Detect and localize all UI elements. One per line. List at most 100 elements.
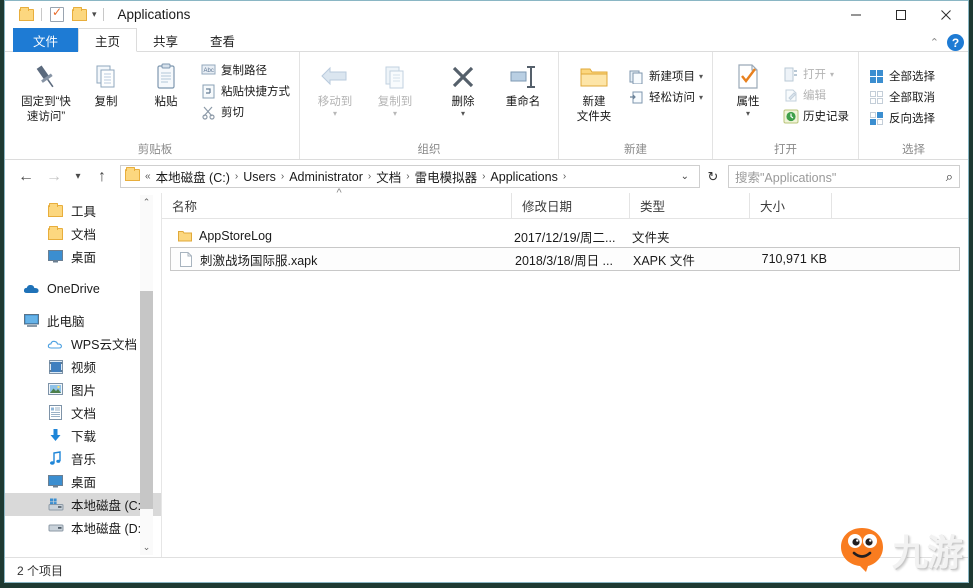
- copy-path-button[interactable]: Abc 复制路径: [197, 60, 293, 80]
- table-row[interactable]: AppStoreLog 2017/12/19/周二... 文件夹: [170, 225, 960, 247]
- paste-shortcut-label: 粘贴快捷方式: [221, 86, 290, 98]
- sidebar-item-documents-qa[interactable]: 文档: [5, 222, 161, 245]
- tab-share[interactable]: 共享: [137, 28, 194, 52]
- sidebar-item-local-disk-c[interactable]: 本地磁盘 (C:): [5, 493, 161, 516]
- open-icon: [782, 66, 799, 83]
- move-to-button[interactable]: 移动到 ▾: [306, 58, 364, 119]
- clipboard-small-commands: Abc 复制路径 粘贴快捷方式 剪切: [197, 58, 293, 122]
- tab-home[interactable]: 主页: [78, 28, 138, 52]
- sidebar-item-music[interactable]: 音乐: [5, 447, 161, 470]
- new-item-button[interactable]: 新建项目 ▾: [625, 66, 706, 86]
- breadcrumb-item-5[interactable]: Applications: [486, 170, 561, 184]
- desktop-icon: [47, 249, 64, 265]
- copy-to-button[interactable]: 复制到 ▾: [366, 58, 424, 119]
- scroll-down-arrow[interactable]: ⌄: [140, 540, 153, 555]
- chevron-down-icon[interactable]: ▾: [699, 93, 703, 102]
- open-button[interactable]: 打开 ▾: [779, 64, 852, 84]
- paste-shortcut-button[interactable]: 粘贴快捷方式: [197, 81, 293, 101]
- ribbon-tabs: 文件 主页 共享 查看 ⌃ ?: [5, 28, 968, 52]
- close-icon[interactable]: [923, 1, 968, 28]
- select-all-icon: [868, 68, 885, 85]
- chevron-down-icon[interactable]: ▾: [830, 70, 834, 79]
- sidebar-item-desktop[interactable]: 桌面: [5, 470, 161, 493]
- column-header-label: 大小: [760, 200, 786, 214]
- tab-file[interactable]: 文件: [13, 28, 79, 52]
- rename-button[interactable]: 重命名: [494, 58, 552, 111]
- select-all-button[interactable]: 全部选择: [865, 66, 938, 86]
- breadcrumb[interactable]: « 本地磁盘 (C:) › Users › Administrator › 文档…: [120, 165, 700, 188]
- search-input[interactable]: 搜索"Applications" ⌕: [728, 165, 960, 188]
- new-folder-icon[interactable]: [68, 4, 90, 26]
- paste-button[interactable]: 粘贴: [137, 58, 195, 111]
- scroll-up-arrow[interactable]: ⌃: [140, 195, 153, 210]
- properties-button[interactable]: 属性 ▾: [719, 58, 777, 119]
- delete-button[interactable]: 删除 ▾: [434, 58, 492, 119]
- column-header-modified[interactable]: 修改日期: [512, 192, 630, 219]
- table-row[interactable]: 刺激战场国际服.xapk 2018/3/18/周日 ... XAPK 文件 71…: [170, 247, 960, 271]
- group-label-new: 新建: [624, 144, 647, 156]
- chevron-down-icon[interactable]: ▾: [746, 110, 750, 118]
- folder-icon[interactable]: [15, 4, 37, 26]
- chevron-down-icon[interactable]: ▾: [333, 110, 337, 118]
- sidebar-item-pictures[interactable]: 图片: [5, 378, 161, 401]
- properties-check-icon[interactable]: [46, 4, 68, 26]
- invert-selection-button[interactable]: 反向选择: [865, 108, 938, 128]
- copy-to-icon: [380, 60, 410, 94]
- scrollbar-thumb[interactable]: [140, 291, 153, 509]
- sidebar-item-onedrive[interactable]: OneDrive: [5, 277, 161, 300]
- cut-button[interactable]: 剪切: [197, 102, 293, 122]
- quick-access-toolbar: ▾: [5, 4, 108, 26]
- properties-label: 属性: [736, 96, 760, 108]
- new-folder-button[interactable]: 新建 文件夹: [565, 58, 623, 126]
- select-none-icon: [868, 89, 885, 106]
- recent-caret-icon[interactable]: ▾: [69, 164, 87, 190]
- documents-icon: [47, 405, 64, 421]
- easy-access-button[interactable]: 轻松访问 ▾: [625, 87, 706, 107]
- sidebar-item-wps-cloud[interactable]: WPS云文档: [5, 332, 161, 355]
- breadcrumb-item-4[interactable]: 雷电模拟器: [411, 167, 482, 186]
- up-arrow-icon[interactable]: ↑: [89, 164, 115, 190]
- address-dropdown-icon[interactable]: ⌄: [675, 171, 695, 182]
- history-button[interactable]: 历史记录: [779, 106, 852, 126]
- ribbon-group-organize: 移动到 ▾ 复制到 ▾ 删除 ▾ 重命名 组织: [299, 52, 558, 159]
- collapse-ribbon-icon[interactable]: ⌃: [930, 36, 939, 49]
- column-header-name[interactable]: 名称: [162, 187, 512, 219]
- sidebar-item-local-disk-d[interactable]: 本地磁盘 (D:): [5, 516, 161, 539]
- pin-to-quick-access-button[interactable]: 固定到“快 速访问”: [17, 58, 75, 126]
- forward-arrow-icon[interactable]: →: [41, 164, 67, 190]
- maximize-icon[interactable]: [878, 1, 923, 28]
- chevron-down-icon[interactable]: ▾: [393, 110, 397, 118]
- sidebar-item-documents[interactable]: 文档: [5, 401, 161, 424]
- customize-caret-icon[interactable]: ▾: [90, 9, 99, 20]
- back-arrow-icon[interactable]: ←: [13, 164, 39, 190]
- move-to-label: 移动到: [317, 96, 353, 108]
- help-icon[interactable]: ?: [947, 34, 964, 51]
- tab-view[interactable]: 查看: [194, 28, 251, 52]
- chevron-down-icon[interactable]: ▾: [699, 72, 703, 81]
- sidebar-item-downloads[interactable]: 下载: [5, 424, 161, 447]
- breadcrumb-item-2[interactable]: Administrator: [285, 170, 367, 184]
- copy-button[interactable]: 复制: [77, 58, 135, 111]
- breadcrumb-item-3[interactable]: 文档: [372, 167, 405, 186]
- sidebar-item-tools[interactable]: 工具: [5, 199, 161, 222]
- chevron-down-icon[interactable]: ▾: [461, 110, 465, 118]
- breadcrumb-item-1[interactable]: Users: [239, 170, 280, 184]
- divider: [41, 8, 42, 21]
- folder-icon: [47, 225, 64, 242]
- select-none-button[interactable]: 全部取消: [865, 87, 938, 107]
- sidebar-item-desktop-qa[interactable]: 桌面: [5, 245, 161, 268]
- column-header-type[interactable]: 类型: [630, 192, 750, 219]
- breadcrumb-overflow-icon[interactable]: «: [144, 171, 152, 182]
- column-header-size[interactable]: 大小: [750, 192, 832, 219]
- refresh-icon[interactable]: ↻: [702, 165, 724, 188]
- sidebar-item-this-pc[interactable]: 此电脑: [5, 309, 161, 332]
- edit-button[interactable]: 编辑: [779, 85, 852, 105]
- search-icon[interactable]: ⌕: [946, 169, 953, 185]
- breadcrumb-item-0[interactable]: 本地磁盘 (C:): [152, 167, 234, 186]
- open-label: 打开: [803, 69, 827, 81]
- sidebar-item-label: 工具: [71, 205, 97, 219]
- pictures-icon: [47, 382, 64, 398]
- sidebar-item-videos[interactable]: 视频: [5, 355, 161, 378]
- minimize-icon[interactable]: [833, 1, 878, 28]
- sidebar-scrollbar[interactable]: ⌃ ⌄: [140, 195, 153, 555]
